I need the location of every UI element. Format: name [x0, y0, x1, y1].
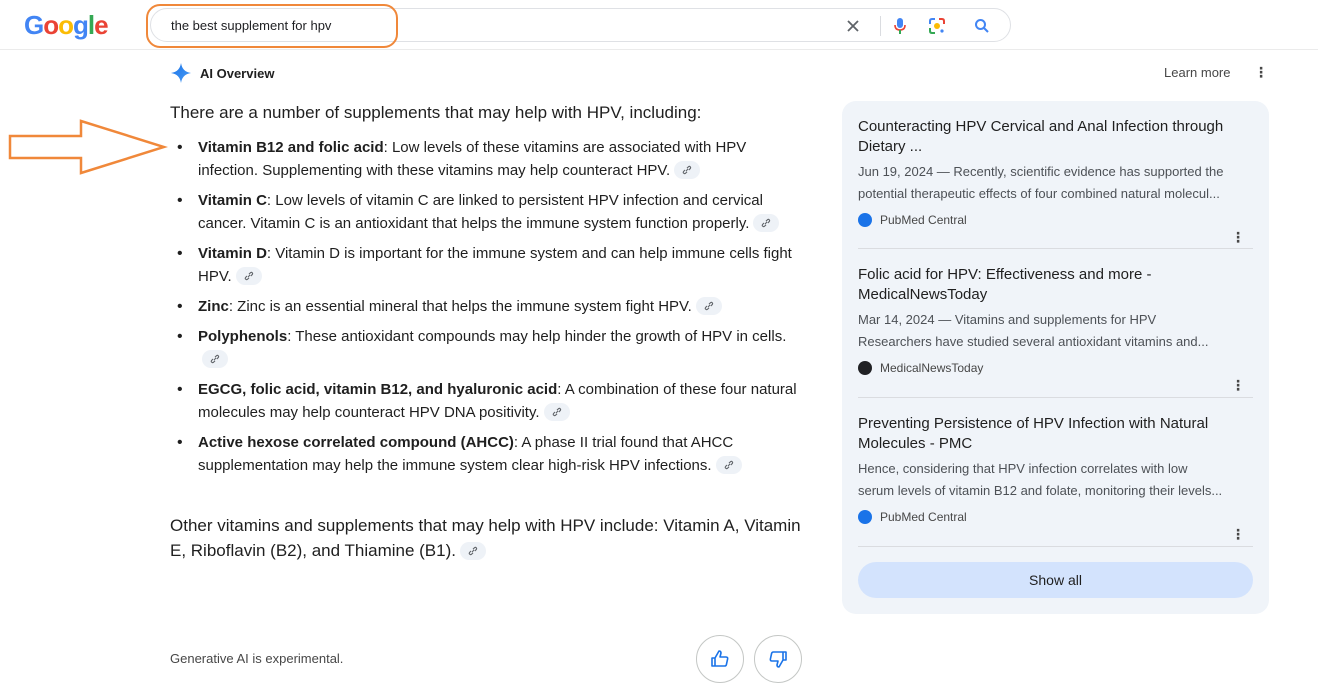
supplement-list-item: EGCG, folic acid, vitamin B12, and hyalu…	[170, 378, 806, 424]
search-header: Google the best supplement for hpv	[0, 0, 1318, 50]
generative-ai-disclaimer: Generative AI is experimental.	[170, 651, 344, 666]
supplement-name: Vitamin B12 and folic acid	[198, 139, 384, 156]
source-link-icon[interactable]	[753, 214, 780, 233]
supplement-name: Polyphenols	[198, 328, 288, 345]
supplement-list-item: Zinc: Zinc is an essential mineral that …	[170, 295, 806, 318]
supplement-name: Active hexose correlated compound (AHCC)	[198, 434, 514, 451]
source-link-icon[interactable]	[543, 403, 570, 422]
supplement-list-item: Polyphenols: These antioxidant compounds…	[170, 325, 806, 371]
supplement-list: Vitamin B12 and folic acid : Low levels o…	[170, 136, 806, 484]
supplement-list-item: Vitamin D: Vitamin D is important for th…	[170, 242, 806, 288]
supplement-description: : Zinc is an essential mineral that help…	[228, 298, 692, 315]
thumbs-down-button[interactable]	[754, 635, 802, 683]
ai-overview-intro: There are a number of supplements that m…	[170, 103, 702, 122]
source-site: MedicalNewsToday	[858, 361, 1253, 375]
source-title[interactable]: Folic acid for HPV: Effectiveness and mo…	[858, 265, 1253, 305]
close-icon[interactable]	[844, 17, 862, 35]
search-icon[interactable]	[973, 17, 991, 35]
medicalnewstoday-favicon-icon	[858, 361, 872, 375]
source-title[interactable]: Preventing Persistence of HPV Infection …	[858, 414, 1253, 454]
pubmed-favicon-icon	[858, 213, 872, 227]
source-link-icon[interactable]	[674, 161, 701, 180]
divider	[858, 397, 1253, 398]
learn-more-link[interactable]: Learn more	[1164, 65, 1230, 80]
supplement-name: EGCG, folic acid, vitamin B12, and hyalu…	[198, 381, 558, 398]
source-card[interactable]: Counteracting HPV Cervical and Anal Infe…	[858, 117, 1253, 245]
divider	[858, 546, 1253, 547]
annotation-arrow	[8, 119, 168, 175]
search-divider	[880, 16, 881, 36]
supplement-name: Vitamin D	[198, 245, 267, 262]
thumbs-down-icon	[769, 651, 787, 668]
pubmed-favicon-icon	[858, 510, 872, 524]
search-input[interactable]: the best supplement for hpv	[171, 18, 331, 33]
lens-icon[interactable]	[928, 17, 946, 35]
source-link-icon[interactable]	[235, 267, 262, 286]
ai-overview-outro: Other vitamins and supplements that may …	[170, 513, 810, 563]
source-link-icon[interactable]	[715, 456, 742, 475]
source-link-icon[interactable]	[202, 350, 228, 369]
source-link-icon[interactable]	[459, 541, 486, 560]
source-snippet: Jun 19, 2024 — Recently, scientific evid…	[858, 164, 1224, 201]
thumbs-up-button[interactable]	[696, 635, 744, 683]
more-options-icon[interactable]: ⋮	[1254, 64, 1268, 81]
source-site: PubMed Central	[858, 213, 1253, 227]
supplement-description: : Vitamin D is important for the immune …	[198, 245, 792, 285]
microphone-icon[interactable]	[891, 17, 909, 35]
supplement-name: Zinc	[198, 298, 229, 315]
supplement-list-item: Vitamin C: Low levels of vitamin C are l…	[170, 189, 806, 235]
google-logo[interactable]: Google	[24, 10, 109, 41]
source-snippet: Hence, considering that HPV infection co…	[858, 461, 1223, 498]
ai-overview-title: AI Overview	[200, 65, 275, 81]
supplement-list-item: Active hexose correlated compound (AHCC)…	[170, 431, 806, 477]
more-options-icon[interactable]: ⋮	[1231, 229, 1245, 246]
show-all-button[interactable]: Show all	[858, 562, 1253, 598]
source-card[interactable]: Preventing Persistence of HPV Infection …	[858, 414, 1253, 542]
source-title[interactable]: Counteracting HPV Cervical and Anal Infe…	[858, 117, 1253, 157]
source-card[interactable]: Folic acid for HPV: Effectiveness and mo…	[858, 265, 1253, 393]
thumbs-up-icon	[711, 650, 729, 667]
source-link-icon[interactable]	[695, 297, 722, 316]
source-site: PubMed Central	[858, 510, 1253, 524]
supplement-list-item: Vitamin B12 and folic acid: Low levels o…	[170, 136, 806, 182]
more-options-icon[interactable]: ⋮	[1231, 526, 1245, 543]
divider	[858, 248, 1253, 249]
ai-overview-header: AI Overview	[170, 62, 274, 84]
supplement-description: : These antioxidant compounds may help h…	[287, 328, 787, 345]
sources-panel: Counteracting HPV Cervical and Anal Infe…	[842, 101, 1269, 614]
supplement-name: Vitamin C	[198, 192, 267, 209]
supplement-description: : Low levels of vitamin C are linked to …	[198, 192, 763, 232]
more-options-icon[interactable]: ⋮	[1231, 377, 1245, 394]
source-snippet: Mar 14, 2024 — Vitamins and supplements …	[858, 312, 1209, 349]
search-box[interactable]: the best supplement for hpv	[150, 8, 1011, 42]
sparkle-icon	[171, 63, 191, 83]
